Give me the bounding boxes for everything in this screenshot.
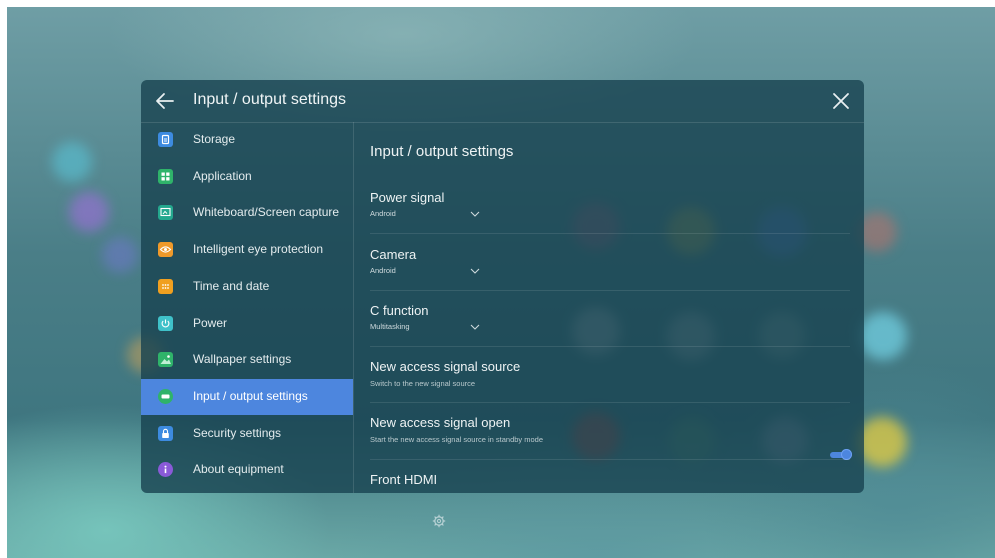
sidebar-item-label: Input / output settings: [193, 389, 308, 403]
camera-setting: Camera Android: [370, 247, 850, 279]
power-signal-dropdown[interactable]: Android: [370, 208, 482, 222]
sidebar-item-whiteboard[interactable]: Whiteboard/Screen capture: [141, 195, 353, 231]
sidebar-item-time-date[interactable]: Time and date: [141, 269, 353, 305]
settings-gear-icon[interactable]: [432, 514, 446, 528]
power-signal-setting: Power signal Android: [370, 190, 850, 222]
new-access-open-label: New access signal open: [370, 415, 511, 430]
sidebar-item-label: Security settings: [193, 426, 282, 440]
whiteboard-icon: [158, 205, 173, 220]
sidebar-item-label: Storage: [193, 132, 236, 146]
front-hdmi-label: Front HDMI: [370, 472, 438, 487]
sidebar-item-label: Power: [193, 316, 228, 330]
new-access-open-setting: New access signal open Start the new acc…: [370, 415, 850, 444]
blurred-app-icon: [69, 192, 109, 232]
application-icon: [158, 169, 173, 184]
c-function-dropdown[interactable]: Multitasking: [370, 321, 482, 335]
sidebar-item-wallpaper[interactable]: Wallpaper settings: [141, 342, 353, 378]
sidebar-item-label: Wallpaper settings: [193, 352, 292, 366]
wallpaper-icon: [158, 352, 173, 367]
sidebar-item-about[interactable]: About equipment: [141, 452, 353, 488]
c-function-label: C function: [370, 303, 429, 318]
blurred-app-icon: [859, 312, 907, 360]
blurred-app-icon: [52, 142, 92, 182]
divider: [370, 233, 850, 234]
sidebar-item-label: Application: [193, 169, 252, 183]
divider: [370, 346, 850, 347]
c-function-setting: C function Multitasking: [370, 303, 850, 335]
sidebar-item-label: Whiteboard/Screen capture: [193, 205, 340, 219]
sidebar-item-label: Time and date: [193, 279, 270, 293]
settings-sidebar: Storage Application Whiteboard/Screen ca…: [141, 122, 354, 493]
sidebar-item-power[interactable]: Power: [141, 306, 353, 342]
blurred-app-icon: [857, 417, 907, 467]
c-function-value: Multitasking: [370, 322, 410, 331]
new-access-source-label: New access signal source: [370, 359, 521, 374]
chevron-down-icon: [470, 211, 480, 217]
divider: [370, 402, 850, 403]
sidebar-item-eye-protection[interactable]: Intelligent eye protection: [141, 232, 353, 268]
dialog-title: Input / output settings: [193, 91, 346, 108]
divider: [370, 459, 850, 460]
new-access-open-description: Start the new access signal source in st…: [370, 435, 544, 444]
front-hdmi-setting[interactable]: Front HDMI: [370, 472, 850, 487]
camera-label: Camera: [370, 247, 417, 262]
arrow-left-icon[interactable]: [154, 90, 176, 112]
calendar-icon: [158, 279, 173, 294]
power-signal-value: Android: [370, 209, 396, 218]
sidebar-item-application[interactable]: Application: [141, 159, 353, 195]
section-title: Input / output settings: [370, 143, 514, 160]
close-icon[interactable]: [830, 90, 852, 112]
lock-icon: [158, 426, 173, 441]
chevron-down-icon: [470, 268, 480, 274]
storage-icon: [158, 132, 173, 147]
eye-protection-icon: [158, 242, 173, 257]
sidebar-item-input-output[interactable]: Input / output settings: [141, 379, 353, 415]
blurred-app-icon: [102, 237, 138, 273]
input-output-icon: [158, 389, 173, 404]
settings-dialog: Input / output settings Storage Applicat…: [141, 80, 864, 493]
power-signal-label: Power signal: [370, 190, 445, 205]
info-icon: [158, 462, 173, 477]
divider: [370, 290, 850, 291]
camera-value: Android: [370, 266, 396, 275]
new-access-source-setting: New access signal source Switch to the n…: [370, 359, 850, 388]
new-access-source-description: Switch to the new signal source: [370, 379, 476, 388]
camera-dropdown[interactable]: Android: [370, 265, 482, 279]
sidebar-item-security[interactable]: Security settings: [141, 416, 353, 452]
power-icon: [158, 316, 173, 331]
dialog-header: Input / output settings: [141, 80, 864, 123]
chevron-down-icon: [470, 324, 480, 330]
sidebar-item-label: About equipment: [193, 462, 284, 476]
settings-content: Input / output settings Power signal And…: [354, 122, 864, 493]
sidebar-item-storage[interactable]: Storage: [141, 122, 353, 158]
sidebar-item-label: Intelligent eye protection: [193, 242, 324, 256]
